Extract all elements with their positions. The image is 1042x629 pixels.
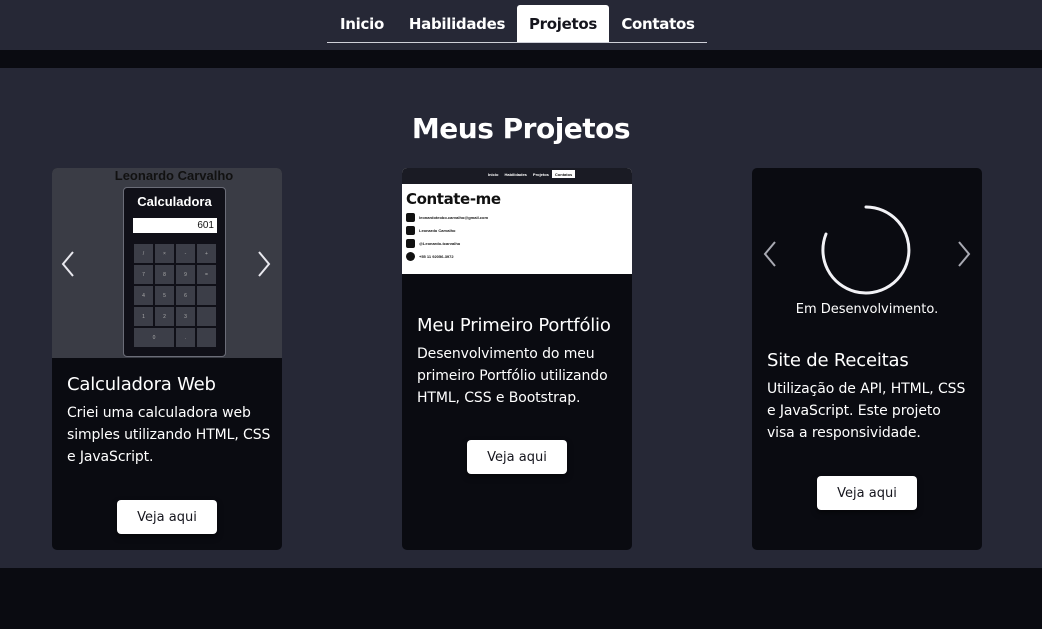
calculator-preview: Calculadora 601 / × - + 7 8 9 = 4 5 6 1 … <box>123 187 226 357</box>
preview-contact-text: Leonardo Carvalho <box>419 227 456 233</box>
project-card-receitas: Em Desenvolvimento. Site de Receitas Uti… <box>752 168 982 550</box>
project-description: Criei uma calculadora web simples utiliz… <box>67 405 271 465</box>
project-card-portfolio: Inicio Habilidades Projetos Contatos Con… <box>402 168 632 550</box>
project-preview-image: Inicio Habilidades Projetos Contatos Con… <box>402 168 632 274</box>
calculator-keypad: / × - + 7 8 9 = 4 5 6 1 2 3 0 . <box>133 243 217 350</box>
calc-key: / <box>133 243 154 264</box>
chevron-left-icon[interactable] <box>762 240 778 268</box>
preview-nav-item: Contatos <box>551 170 576 178</box>
nav-contatos[interactable]: Contatos <box>609 5 707 42</box>
preview-contact-text: +55 11 92056-3972 <box>419 253 454 259</box>
preview-contact-row: leonardoteobo.carvalho@gmail.com <box>406 212 488 222</box>
calc-key: . <box>175 327 196 348</box>
development-status: Em Desenvolvimento. <box>795 302 939 317</box>
calc-key: 7 <box>133 264 154 285</box>
project-description: Utilização de API, HTML, CSS e JavaScrip… <box>767 381 966 441</box>
project-title: Calculadora Web <box>67 374 216 395</box>
preview-nav-item: Projetos <box>532 172 549 177</box>
calc-key: 6 <box>175 285 196 306</box>
linkedin-icon <box>406 225 415 235</box>
calc-key: + <box>196 243 217 264</box>
calc-key: × <box>154 243 175 264</box>
calc-key <box>196 327 217 348</box>
preview-contact-row: @Leonardo-tcarvalho <box>406 238 460 248</box>
chevron-right-icon[interactable] <box>256 250 272 278</box>
calculator-title: Calculadora <box>137 194 212 209</box>
chevron-left-icon[interactable] <box>60 250 76 278</box>
top-navbar: Inicio Habilidades Projetos Contatos <box>0 0 1042 50</box>
project-description: Desenvolvimento do meu primeiro Portfóli… <box>417 346 608 406</box>
preview-contact-text: @Leonardo-tcarvalho <box>419 240 461 246</box>
preview-nav-item: Inicio <box>488 172 499 177</box>
github-icon <box>406 238 415 248</box>
calc-key: 1 <box>133 306 154 327</box>
preview-nav: Inicio Habilidades Projetos Contatos <box>485 170 576 178</box>
calculator-display: 601 <box>133 218 217 233</box>
calc-key: - <box>175 243 196 264</box>
preview-contact-row: +55 11 92056-3972 <box>406 251 454 261</box>
veja-aqui-button[interactable]: Veja aqui <box>817 476 917 510</box>
preview-owner-name: Leonardo Carvalho <box>114 168 234 183</box>
preview-heading: Contate-me <box>406 190 501 208</box>
project-preview-carousel: Leonardo Carvalho Calculadora 601 / × - … <box>52 168 282 358</box>
calc-key <box>196 306 217 327</box>
preview-contact-row: Leonardo Carvalho <box>406 225 455 235</box>
calc-key: 0 <box>133 327 175 348</box>
nav-inicio[interactable]: Inicio <box>327 5 397 42</box>
preview-nav-item: Habilidades <box>504 172 527 177</box>
divider-strip <box>0 50 1042 68</box>
calc-key: = <box>196 264 217 285</box>
calc-key: 4 <box>133 285 154 306</box>
project-title: Meu Primeiro Portfólio <box>417 315 611 336</box>
chevron-right-icon[interactable] <box>956 240 972 268</box>
calc-key: 9 <box>175 264 196 285</box>
nav-projetos[interactable]: Projetos <box>517 5 609 42</box>
preview-contact-text: leonardoteobo.carvalho@gmail.com <box>419 214 489 220</box>
project-card-calculadora: Leonardo Carvalho Calculadora 601 / × - … <box>52 168 282 550</box>
nav-habilidades[interactable]: Habilidades <box>397 5 517 42</box>
project-title: Site de Receitas <box>767 350 909 371</box>
veja-aqui-button[interactable]: Veja aqui <box>117 500 217 534</box>
calc-key <box>196 285 217 306</box>
calc-key: 2 <box>154 306 175 327</box>
preview-navbar: Inicio Habilidades Projetos Contatos <box>402 168 632 184</box>
section-title: Meus Projetos <box>411 112 631 145</box>
calc-key: 8 <box>154 264 175 285</box>
whatsapp-icon <box>406 251 415 261</box>
calc-key: 5 <box>154 285 175 306</box>
loading-spinner-icon <box>821 205 911 295</box>
calc-key: 3 <box>175 306 196 327</box>
main-nav: Inicio Habilidades Projetos Contatos <box>327 5 707 43</box>
veja-aqui-button[interactable]: Veja aqui <box>467 440 567 474</box>
project-preview-carousel: Em Desenvolvimento. <box>752 168 982 328</box>
mail-icon <box>406 212 415 222</box>
footer-strip <box>0 568 1042 629</box>
